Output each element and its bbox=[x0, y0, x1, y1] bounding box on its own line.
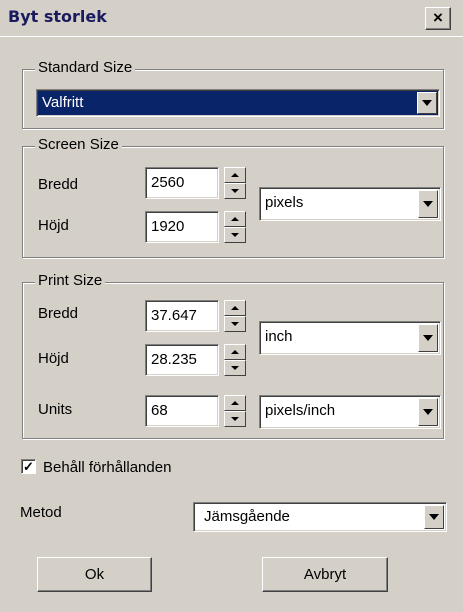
print-unit-dropdown-button[interactable] bbox=[418, 324, 438, 352]
standard-size-value: Valfritt bbox=[42, 94, 84, 111]
arrow-up-icon bbox=[231, 217, 239, 221]
arrow-up-icon bbox=[231, 306, 239, 310]
screen-height-input[interactable]: 1920 bbox=[145, 211, 219, 243]
screen-unit-value: pixels bbox=[265, 194, 304, 211]
spin-down-button[interactable] bbox=[224, 227, 246, 243]
chevron-down-icon bbox=[422, 100, 432, 106]
units-spinner[interactable] bbox=[224, 395, 246, 427]
spin-up-button[interactable] bbox=[224, 211, 246, 227]
method-select[interactable]: Jämsgående bbox=[193, 502, 447, 532]
arrow-up-icon bbox=[231, 401, 239, 405]
keep-ratio-label[interactable]: Behåll förhållanden bbox=[43, 459, 171, 476]
screen-width-input[interactable]: 2560 bbox=[145, 167, 219, 199]
arrow-down-icon bbox=[231, 233, 239, 237]
spin-up-button[interactable] bbox=[224, 300, 246, 316]
screen-size-group: Screen Size Bredd 2560 Höjd 1920 pixels bbox=[22, 136, 444, 258]
units-value: 68 bbox=[151, 402, 168, 419]
screen-height-label: Höjd bbox=[38, 217, 69, 234]
arrow-down-icon bbox=[231, 322, 239, 326]
cancel-button-label: Avbryt bbox=[303, 566, 347, 583]
cancel-button[interactable]: Avbryt bbox=[262, 557, 388, 592]
screen-width-value: 2560 bbox=[151, 174, 185, 191]
print-height-input[interactable]: 28.235 bbox=[145, 344, 219, 376]
chevron-down-icon bbox=[423, 409, 433, 415]
ok-button-label: Ok bbox=[84, 566, 105, 583]
print-width-label: Bredd bbox=[38, 305, 79, 322]
close-icon: × bbox=[433, 8, 443, 27]
standard-size-dropdown-button[interactable] bbox=[417, 92, 437, 114]
chevron-down-icon bbox=[423, 335, 433, 341]
method-value: Jämsgående bbox=[204, 508, 290, 525]
spin-down-button[interactable] bbox=[224, 183, 246, 199]
arrow-down-icon bbox=[231, 417, 239, 421]
screen-width-spinner[interactable] bbox=[224, 167, 246, 199]
standard-size-group: Standard Size Valfritt bbox=[22, 59, 444, 129]
resolution-unit-value: pixels/inch bbox=[265, 402, 336, 419]
spin-down-button[interactable] bbox=[224, 360, 246, 376]
print-unit-value: inch bbox=[265, 328, 293, 345]
resolution-unit-dropdown-button[interactable] bbox=[418, 398, 438, 426]
standard-size-group-label: Standard Size bbox=[35, 59, 136, 76]
screen-unit-select[interactable]: pixels bbox=[259, 187, 441, 221]
method-label: Metod bbox=[20, 504, 62, 521]
print-width-value: 37.647 bbox=[151, 307, 197, 324]
spin-up-button[interactable] bbox=[224, 167, 246, 183]
method-dropdown-button[interactable] bbox=[424, 505, 444, 529]
print-unit-select[interactable]: inch bbox=[259, 321, 441, 355]
print-width-input[interactable]: 37.647 bbox=[145, 300, 219, 332]
print-height-value: 28.235 bbox=[151, 351, 197, 368]
close-button[interactable]: × bbox=[425, 7, 451, 30]
arrow-up-icon bbox=[231, 350, 239, 354]
keep-ratio-checkbox[interactable]: ✓ bbox=[21, 459, 36, 474]
print-width-spinner[interactable] bbox=[224, 300, 246, 332]
ok-button[interactable]: Ok bbox=[37, 557, 152, 592]
chevron-down-icon bbox=[429, 514, 439, 520]
arrow-down-icon bbox=[231, 366, 239, 370]
standard-size-select[interactable]: Valfritt bbox=[36, 89, 440, 117]
screen-height-spinner[interactable] bbox=[224, 211, 246, 243]
units-label: Units bbox=[38, 401, 73, 418]
spin-down-button[interactable] bbox=[224, 316, 246, 332]
units-input[interactable]: 68 bbox=[145, 395, 219, 427]
title-bar: Byt storlek × bbox=[0, 0, 463, 37]
screen-width-label: Bredd bbox=[38, 176, 79, 193]
chevron-down-icon bbox=[423, 201, 433, 207]
window-title: Byt storlek bbox=[8, 7, 107, 26]
screen-size-group-label: Screen Size bbox=[35, 136, 122, 153]
print-size-group-label: Print Size bbox=[35, 272, 106, 289]
arrow-up-icon bbox=[231, 173, 239, 177]
arrow-down-icon bbox=[231, 189, 239, 193]
screen-height-value: 1920 bbox=[151, 218, 185, 235]
print-height-spinner[interactable] bbox=[224, 344, 246, 376]
screen-unit-dropdown-button[interactable] bbox=[418, 190, 438, 218]
spin-up-button[interactable] bbox=[224, 395, 246, 411]
spin-up-button[interactable] bbox=[224, 344, 246, 360]
resolution-unit-select[interactable]: pixels/inch bbox=[259, 395, 441, 429]
print-size-group: Print Size Bredd 37.647 Höjd 28.235 inch… bbox=[22, 272, 444, 439]
spin-down-button[interactable] bbox=[224, 411, 246, 427]
checkmark-icon: ✓ bbox=[23, 459, 34, 474]
print-height-label: Höjd bbox=[38, 350, 69, 367]
